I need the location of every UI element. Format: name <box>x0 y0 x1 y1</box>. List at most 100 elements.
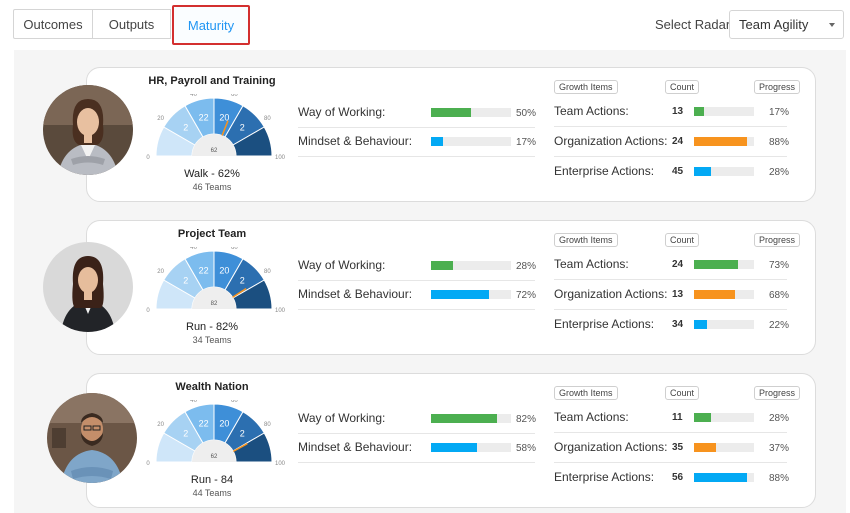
gauge-tick-label: 60 <box>231 94 238 98</box>
avatar <box>43 242 133 332</box>
gauge-tick-label: 20 <box>157 269 164 275</box>
gauge-value: 82 <box>211 301 218 307</box>
action-bar-fill <box>694 260 738 269</box>
action-count: 45 <box>672 166 684 177</box>
team-name: Wealth Nation <box>175 381 249 393</box>
avatar <box>43 85 133 175</box>
count-header: Count <box>665 233 700 247</box>
action-label: Enterprise Actions: <box>554 470 655 484</box>
maturity-gauge: 222 20202040 608010082 <box>146 247 285 314</box>
metric-bar <box>431 137 511 146</box>
radar-select[interactable]: Team Agility <box>729 10 844 39</box>
gauge-tick-label: 20 <box>157 422 164 428</box>
gauge-segment-label: 20 <box>219 418 229 428</box>
divider <box>298 462 535 463</box>
action-percent: 73% <box>769 260 790 271</box>
count-header: Count <box>665 80 700 94</box>
divider <box>298 127 535 128</box>
action-percent: 17% <box>769 107 790 118</box>
action-bar <box>694 443 754 452</box>
growth-items-header: Growth Items <box>554 80 618 94</box>
tab-outputs[interactable]: Outputs <box>93 9 171 39</box>
team-card: Wealth Nation 2 22 20 2 0 20 40 60 80 100 62 Run - 8… <box>86 373 816 508</box>
action-bar <box>694 320 754 329</box>
gauge-tick-label: 100 <box>275 308 285 314</box>
action-percent: 28% <box>769 167 790 178</box>
maturity-level: Run - 82% <box>186 321 238 333</box>
action-count: 13 <box>672 106 684 117</box>
action-percent: 22% <box>769 320 790 331</box>
action-label: Organization Actions: <box>554 440 668 454</box>
count-header: Count <box>665 386 700 400</box>
metric-label: Mindset & Behaviour: <box>298 134 413 148</box>
gauge-tick-label: 80 <box>264 422 271 428</box>
team-count: 44 Teams <box>192 488 232 498</box>
metric-label: Way of Working: <box>298 411 386 425</box>
gauge-tick-label: 100 <box>275 461 285 467</box>
action-label: Enterprise Actions: <box>554 164 655 178</box>
gauge-tick-label: 80 <box>264 116 271 122</box>
gauge-segment-label: 22 <box>199 112 209 122</box>
select-radar-label: Select Radar <box>655 17 731 32</box>
action-bar-fill <box>694 473 747 482</box>
action-count: 24 <box>672 136 684 147</box>
action-bar <box>694 167 754 176</box>
gauge-segment-label: 2 <box>183 429 188 439</box>
gauge-tick-label: 40 <box>190 247 197 251</box>
action-percent: 28% <box>769 413 790 424</box>
gauge-tick-label: 0 <box>146 461 150 467</box>
action-bar <box>694 137 754 146</box>
action-label: Organization Actions: <box>554 287 668 301</box>
team-name: Project Team <box>177 228 247 240</box>
gauge-tick-label: 60 <box>231 400 238 404</box>
metric-label: Way of Working: <box>298 258 386 272</box>
action-percent: 88% <box>769 473 790 484</box>
action-bar-fill <box>694 137 747 146</box>
action-bar-fill <box>694 443 717 452</box>
gauge-tick-label: 80 <box>264 269 271 275</box>
action-bar-fill <box>694 320 708 329</box>
action-bar-fill <box>694 290 735 299</box>
growth-items-header: Growth Items <box>554 386 618 400</box>
action-count: 13 <box>672 289 684 300</box>
action-label: Team Actions: <box>554 410 629 424</box>
action-count: 35 <box>672 442 684 453</box>
maturity-level: Run - 84 <box>190 474 234 486</box>
gauge-segment-label: 22 <box>199 265 209 275</box>
tab-outcomes[interactable]: Outcomes <box>13 9 93 39</box>
metric-bar <box>431 414 511 423</box>
gauge-tick-label: 40 <box>190 94 197 98</box>
gauge-tick-label: 0 <box>146 155 150 161</box>
action-bar <box>694 473 754 482</box>
action-count: 34 <box>672 319 684 330</box>
chevron-down-icon <box>829 23 835 27</box>
metric-bar-fill <box>431 443 478 452</box>
metric-label: Mindset & Behaviour: <box>298 287 413 301</box>
metric-percent: 17% <box>516 137 537 148</box>
action-label: Organization Actions: <box>554 134 668 148</box>
metric-bar-fill <box>431 137 443 146</box>
divider <box>554 432 787 433</box>
team-card: HR, Payroll and Training 2 22 20 2 0 20 40 60 80 1… <box>86 67 816 202</box>
team-name: HR, Payroll and Training <box>148 75 276 87</box>
gauge-segment-label: 22 <box>199 418 209 428</box>
action-label: Team Actions: <box>554 257 629 271</box>
progress-header: Progress <box>754 80 801 94</box>
action-bar <box>694 260 754 269</box>
gauge-tick-label: 0 <box>146 308 150 314</box>
tab-maturity[interactable]: Maturity <box>172 5 250 45</box>
gauge-tick-label: 100 <box>275 155 285 161</box>
gauge-segment-label: 2 <box>183 276 188 286</box>
action-count: 11 <box>672 412 683 423</box>
metric-bar-fill <box>431 261 454 270</box>
maturity-level: Walk - 62% <box>184 168 240 180</box>
gauge-segment-label: 2 <box>240 429 245 439</box>
metric-label: Way of Working: <box>298 105 386 119</box>
divider <box>298 280 535 281</box>
metric-bar <box>431 290 511 299</box>
action-count: 24 <box>672 259 684 270</box>
gauge-tick-label: 20 <box>157 116 164 122</box>
metric-bar <box>431 261 511 270</box>
metric-bar-fill <box>431 290 489 299</box>
metric-bar-fill <box>431 414 497 423</box>
